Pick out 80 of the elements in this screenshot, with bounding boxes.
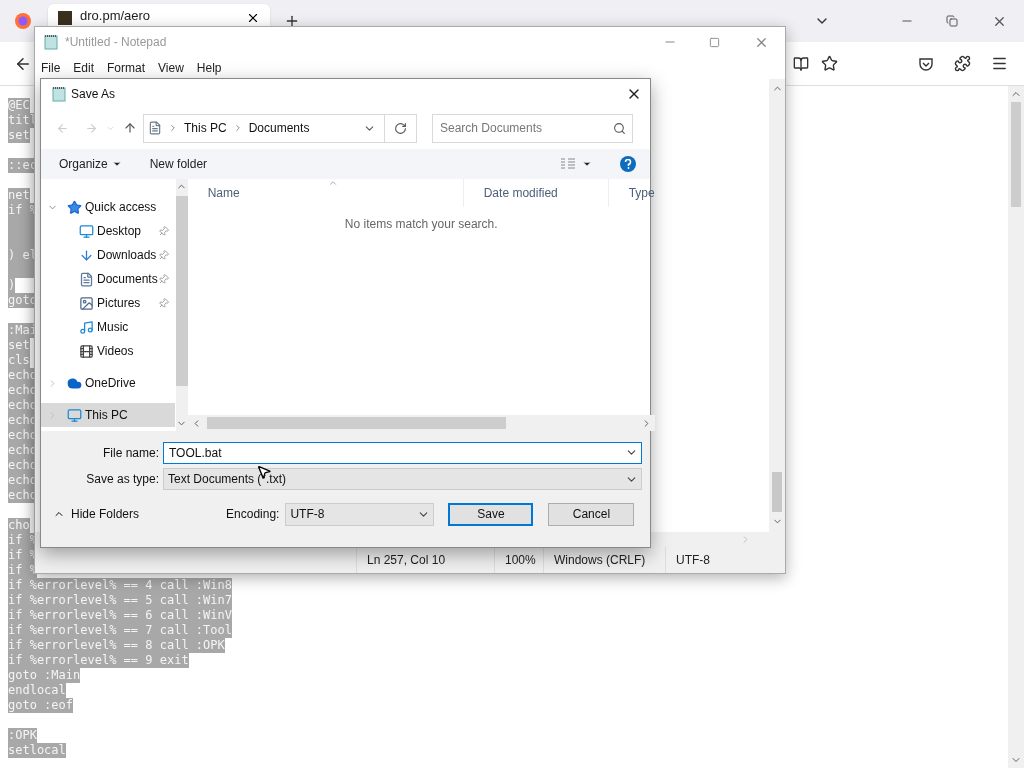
dialog-title: Save As (71, 86, 116, 103)
download-icon (78, 247, 94, 263)
vertical-scrollbar[interactable] (769, 79, 785, 547)
cancel-button[interactable]: Cancel (548, 502, 635, 526)
star-icon (66, 199, 82, 215)
menu-icon[interactable] (991, 55, 1008, 72)
window-title: *Untitled - Notepad (65, 34, 167, 51)
status-text: 100% (505, 552, 536, 569)
cloud-icon (66, 375, 82, 391)
horizontal-scrollbar[interactable] (187, 415, 655, 431)
nav-item[interactable]: Documents (41, 267, 175, 291)
refresh-button[interactable] (385, 113, 417, 143)
view-options-icon[interactable] (560, 158, 576, 170)
nav-item[interactable]: OneDrive (41, 371, 175, 395)
shield-icon[interactable] (918, 55, 934, 72)
picture-icon (78, 295, 94, 311)
new-folder-button[interactable]: New folder (149, 155, 208, 173)
encoding-dropdown[interactable]: UTF-8 (285, 502, 435, 526)
field-label: File name: (101, 445, 160, 462)
new-tab-icon[interactable] (284, 13, 300, 29)
favicon-icon (58, 11, 72, 25)
menu-item[interactable]: File (41, 59, 61, 77)
scrollbar-thumb[interactable] (1011, 102, 1021, 207)
menu-item[interactable]: Format (107, 59, 146, 77)
status-text: Windows (CRLF) (554, 552, 646, 569)
reader-view-icon[interactable] (793, 55, 809, 72)
save-type-dropdown[interactable]: Text Documents (*.txt) (163, 468, 642, 490)
document-icon (78, 271, 94, 287)
music-note-icon (78, 319, 94, 335)
help-icon[interactable] (620, 156, 636, 172)
hide-folders-button[interactable]: Hide Folders (53, 505, 140, 523)
search-field[interactable]: Search Documents (432, 113, 633, 143)
field-label: Encoding: (226, 506, 280, 523)
organize-button[interactable]: Organize (59, 155, 122, 173)
nav-item[interactable]: Downloads (41, 243, 175, 267)
nav-item[interactable]: Quick access (41, 195, 175, 219)
notepad-icon (43, 34, 59, 50)
status-text: Ln 257, Col 10 (367, 552, 446, 569)
search-icon[interactable] (613, 121, 626, 135)
nav-item[interactable]: Music (41, 315, 175, 339)
menu-item[interactable]: Edit (73, 59, 95, 77)
browser-tab[interactable]: dro.pm/aero (48, 4, 270, 26)
column-header[interactable]: Date modified (462, 179, 608, 207)
scrollbar-thumb[interactable] (772, 472, 782, 512)
breadcrumb-item[interactable]: This PC (184, 119, 227, 137)
close-icon[interactable] (246, 11, 260, 25)
extensions-icon[interactable] (954, 55, 971, 72)
document-icon (148, 121, 162, 135)
film-icon (78, 343, 94, 359)
status-text: UTF-8 (676, 552, 710, 569)
computer-icon (66, 407, 82, 423)
nav-item[interactable]: This PC (41, 403, 175, 427)
browser-logo-icon (14, 12, 32, 30)
desktop-icon (78, 223, 94, 239)
nav-scrollbar[interactable] (175, 179, 188, 431)
breadcrumb-item[interactable]: Documents (248, 119, 310, 137)
maximize-icon[interactable] (709, 36, 720, 48)
column-header[interactable]: Name (187, 179, 463, 207)
empty-message: No items match your search. (344, 216, 498, 233)
nav-item[interactable]: Desktop (41, 219, 175, 243)
field-label: Save as type: (85, 471, 160, 488)
menu-item[interactable]: View (158, 59, 184, 77)
bookmark-star-icon[interactable] (821, 55, 838, 72)
caret-icon (111, 159, 122, 169)
nav-item[interactable]: Videos (41, 339, 175, 363)
up-icon[interactable] (123, 121, 137, 135)
refresh-icon (394, 121, 407, 135)
file-name-field[interactable]: TOOL.bat (163, 442, 642, 464)
restore-icon[interactable] (946, 15, 958, 27)
scrollbar-thumb[interactable] (206, 417, 506, 429)
forward-icon[interactable] (85, 121, 98, 135)
notepad-icon (51, 86, 67, 102)
menu-item[interactable]: Help (196, 59, 222, 77)
address-bar[interactable]: This PC Documents (143, 113, 385, 143)
nav-item[interactable]: Pictures (41, 291, 175, 315)
scrollbar-thumb[interactable] (175, 196, 188, 386)
breadcrumb-separator-icon (168, 123, 178, 133)
caret-icon[interactable] (582, 159, 592, 169)
save-button[interactable]: Save (448, 502, 534, 526)
page-scrollbar[interactable] (1008, 86, 1024, 768)
